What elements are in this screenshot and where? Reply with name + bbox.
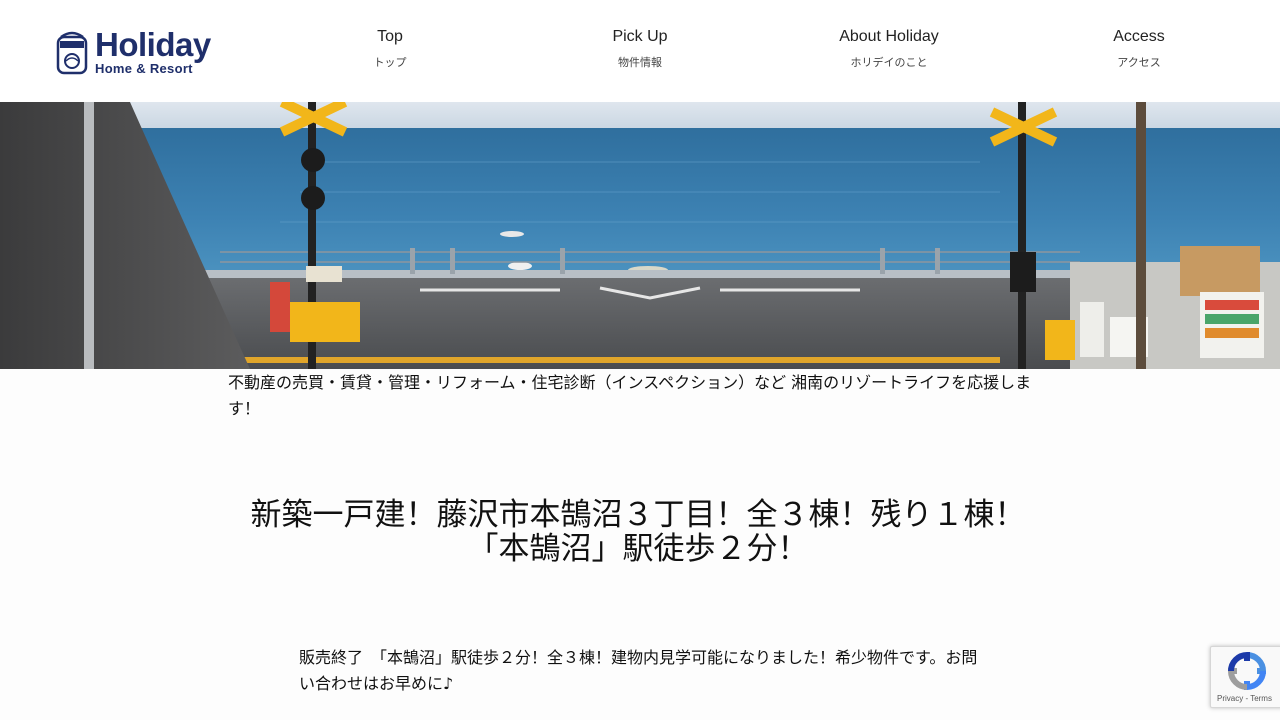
nav-item-pickup[interactable]: Pick Up 物件情報 <box>540 28 740 70</box>
property-description: 販売終了 「本鵠沼」駅徒歩２分！全３棟！建物内見学可能になりました！希少物件です… <box>299 648 978 693</box>
nav-label: Pick Up <box>612 28 668 45</box>
hero-image <box>0 102 1280 369</box>
page-title: 新築一戸建！藤沢市本鵠沼３丁目！全３棟！残り１棟！ 「本鵠沼」駅徒歩２分！ <box>228 498 1048 566</box>
brand-subtitle: Home & Resort <box>95 60 193 76</box>
nav-item-access[interactable]: Access アクセス <box>1039 28 1239 70</box>
site-header: Holiday Home & Resort Top トップ Pick Up 物件… <box>0 0 1280 102</box>
railroad-crossing-ocean-photo <box>0 102 1280 369</box>
holiday-jar-icon <box>56 31 88 75</box>
nav-item-top[interactable]: Top トップ <box>290 28 490 70</box>
site-logo[interactable]: Holiday Home & Resort <box>55 26 225 76</box>
nav-item-about[interactable]: About Holiday ホリデイのこと <box>789 28 989 70</box>
brand-name: Holiday <box>95 25 211 63</box>
recaptcha-icon <box>1227 651 1267 691</box>
nav-sublabel: アクセス <box>1117 56 1161 69</box>
page-title-line2: 「本鵠沼」駅徒歩２分！ <box>467 531 809 567</box>
recaptcha-terms[interactable]: Privacy - Terms <box>1217 694 1272 703</box>
recaptcha-badge[interactable]: Privacy - Terms <box>1210 646 1280 708</box>
nav-label: Access <box>1113 28 1165 45</box>
nav-sublabel: 物件情報 <box>618 56 662 69</box>
site-tagline: 不動産の売買・賃貸・管理・リフォーム・住宅診断（インスペクション）など 湘南のリ… <box>228 373 1032 418</box>
nav-sublabel: トップ <box>373 56 407 69</box>
page-title-line1: 新築一戸建！藤沢市本鵠沼３丁目！全３棟！残り１棟！ <box>250 497 1026 533</box>
nav-sublabel: ホリデイのこと <box>850 56 928 69</box>
nav-label: About Holiday <box>839 28 939 45</box>
nav-label: Top <box>377 28 403 45</box>
